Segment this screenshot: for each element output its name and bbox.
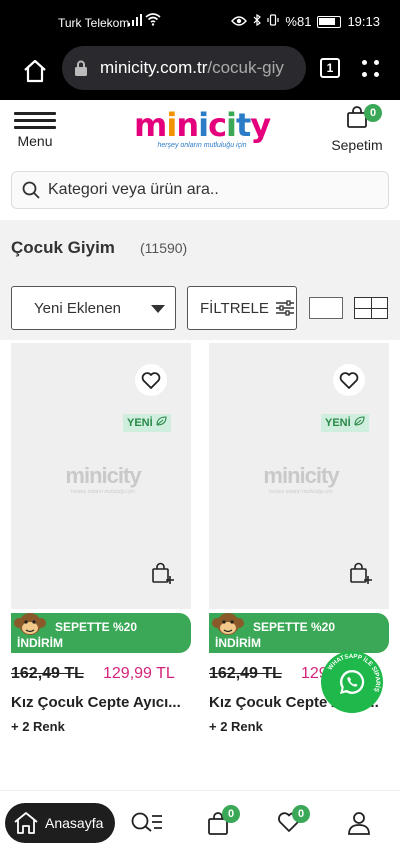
- more-options-icon[interactable]: [362, 60, 380, 78]
- site-header: Menu minicity herşey onların mutluluğu i…: [0, 100, 400, 160]
- product-count: (11590): [140, 240, 188, 256]
- new-badge-label: YENİ: [127, 417, 153, 429]
- url-path: /cocuk-giy: [207, 58, 284, 77]
- placeholder-logo-text: minicity: [263, 463, 339, 488]
- bottom-navigation: Anasayfa 0 0: [0, 790, 400, 855]
- tab-switcher-button[interactable]: 1: [320, 58, 340, 78]
- search-input[interactable]: [48, 181, 368, 199]
- lock-icon: [75, 60, 87, 76]
- address-bar[interactable]: minicity.com.tr/cocuk-giy: [62, 46, 306, 90]
- battery-icon: [317, 15, 342, 28]
- vibrate-icon: [267, 14, 280, 29]
- nav-favorites-count-badge: 0: [292, 805, 310, 823]
- status-bar: Turk Telekom %81 19:13: [0, 0, 400, 46]
- dropdown-caret-icon: [151, 305, 165, 313]
- nav-home-label: Anasayfa: [45, 815, 104, 831]
- color-variants: + 2 Renk: [209, 719, 263, 734]
- battery-percent: %81: [285, 14, 312, 29]
- placeholder-logo-tagline: herşey onların mutluluğu için: [71, 489, 135, 495]
- home-icon: [14, 812, 38, 834]
- url-domain: minicity.com.tr: [100, 58, 208, 77]
- add-to-cart-icon[interactable]: [349, 561, 373, 585]
- category-toolbar: Çocuk Giyim (11590) Yeni Eklenen FİLTREL…: [0, 220, 400, 340]
- clock: 19:13: [347, 14, 380, 29]
- single-column-view-icon[interactable]: [309, 297, 343, 319]
- wifi-icon: [145, 12, 161, 29]
- sort-selected-value: Yeni Eklenen: [34, 299, 122, 317]
- search-bar: [11, 171, 389, 209]
- sliders-icon: [275, 300, 294, 316]
- discount-line-1: SEPETTE %20: [253, 620, 336, 634]
- product-image[interactable]: YENİ minicity herşey onların mutluluğu i…: [209, 343, 389, 609]
- placeholder-logo: minicity herşey onların mutluluğu için: [55, 463, 151, 495]
- discount-line-1: SEPETTE %20: [55, 620, 138, 634]
- eye-icon: [231, 14, 248, 29]
- leaf-icon: [354, 416, 365, 426]
- monkey-mascot-icon: [14, 613, 46, 635]
- cart-count-badge: 0: [364, 104, 382, 122]
- placeholder-logo: minicity herşey onların mutluluğu için: [253, 463, 349, 495]
- browser-toolbar: minicity.com.tr/cocuk-giy 1: [0, 46, 400, 100]
- filter-button[interactable]: FİLTRELE: [187, 286, 297, 330]
- bluetooth-icon: [253, 13, 262, 29]
- signal-icon: [128, 14, 142, 26]
- favorite-button[interactable]: [333, 364, 365, 396]
- old-price: 162,49 TL: [11, 665, 84, 682]
- new-badge-label: YENİ: [325, 417, 351, 429]
- heart-icon: [339, 372, 359, 389]
- home-icon[interactable]: [22, 58, 48, 84]
- monkey-mascot-icon: [212, 613, 244, 635]
- nav-home-button[interactable]: Anasayfa: [5, 803, 115, 843]
- filter-label: FİLTRELE: [200, 299, 269, 317]
- user-profile-icon[interactable]: [347, 811, 371, 835]
- new-badge: YENİ: [321, 414, 369, 432]
- add-to-cart-icon[interactable]: [151, 561, 175, 585]
- sale-price: 129,99 TL: [103, 665, 175, 682]
- sort-dropdown[interactable]: Yeni Eklenen: [11, 286, 176, 330]
- carrier-name: Turk Telekom: [58, 16, 130, 30]
- category-title: Çocuk Giyim: [11, 238, 115, 257]
- cart-label: Sepetim: [331, 137, 383, 153]
- color-variants: + 2 Renk: [11, 719, 65, 734]
- logo-wordmark: minicity: [134, 106, 271, 144]
- placeholder-logo-text: minicity: [65, 463, 141, 488]
- new-badge: YENİ: [123, 414, 171, 432]
- placeholder-logo-tagline: herşey onların mutluluğu için: [269, 489, 333, 495]
- product-name[interactable]: Kız Çocuk Cepte Ayıcı...: [11, 694, 189, 711]
- nav-cart-count-badge: 0: [222, 805, 240, 823]
- favorite-button[interactable]: [135, 364, 167, 396]
- search-menu-icon[interactable]: [131, 811, 163, 833]
- hamburger-icon: [14, 112, 56, 129]
- search-icon: [22, 181, 40, 199]
- menu-button[interactable]: Menu: [14, 112, 56, 149]
- whatsapp-order-button[interactable]: WHATSAPP İLE SİPARİŞ: [321, 651, 383, 713]
- old-price: 162,49 TL: [209, 665, 282, 682]
- site-logo[interactable]: minicity herşey onların mutluluğu için: [134, 106, 271, 152]
- url-text: minicity.com.tr/cocuk-giy: [100, 58, 284, 78]
- leaf-icon: [156, 416, 167, 426]
- menu-label: Menu: [17, 133, 53, 149]
- product-image[interactable]: YENİ minicity herşey onların mutluluğu i…: [11, 343, 191, 609]
- heart-icon: [141, 372, 161, 389]
- whatsapp-icon: [339, 669, 365, 694]
- grid-view-icon[interactable]: [354, 297, 388, 319]
